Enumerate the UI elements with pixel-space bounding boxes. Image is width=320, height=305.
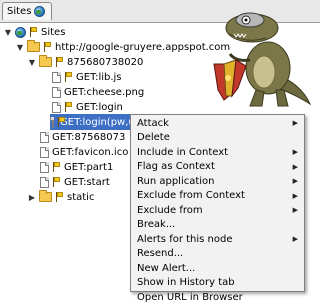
menu-item-show-in-history[interactable]: Show in History tab — [131, 276, 304, 291]
collapse-toggle-icon[interactable]: ▼ — [28, 58, 36, 67]
folder-icon — [39, 55, 52, 67]
tree-node-label: 875680738020 — [67, 56, 144, 68]
submenu-arrow-icon: ▶ — [292, 191, 298, 200]
menu-item-new-alert[interactable]: New Alert... — [131, 261, 304, 276]
tree-node-label: GET:lib.js — [76, 71, 122, 83]
menu-item-label: Open URL in Browser — [137, 291, 243, 303]
flag-icon — [29, 27, 38, 37]
page-icon — [52, 101, 61, 113]
submenu-arrow-icon: ▶ — [292, 235, 298, 244]
tree-node-get-start[interactable]: GET:start — [40, 174, 110, 190]
menu-item-exclude-from[interactable]: Exclude from ▶ — [131, 203, 304, 218]
menu-item-label: Include in Context — [137, 146, 229, 158]
submenu-arrow-icon: ▶ — [292, 206, 298, 215]
page-icon — [40, 176, 49, 188]
globe-icon — [34, 6, 46, 17]
tree-node-get-login[interactable]: GET:login — [52, 99, 123, 115]
menu-item-break[interactable]: Break... — [131, 218, 304, 233]
page-icon — [40, 131, 49, 143]
tree-node-get-login-selected[interactable]: GET:login(pw,uid) — [50, 114, 132, 130]
flag-icon — [52, 177, 61, 187]
flag-icon — [55, 57, 64, 67]
tree-node-get-favicon[interactable]: GET:favicon.ico — [40, 144, 128, 160]
menu-item-label: Break... — [137, 219, 176, 231]
tab-sites-label: Sites — [7, 5, 32, 17]
globe-icon — [15, 26, 26, 38]
folder-icon — [39, 190, 52, 202]
tree-node-folder-id[interactable]: ▼ 875680738020 — [28, 54, 143, 70]
submenu-arrow-icon: ▶ — [292, 162, 298, 171]
tree-node-static[interactable]: ▶ static — [28, 189, 94, 205]
flag-icon — [55, 192, 64, 202]
tree-node-get-875[interactable]: GET:87568073 — [40, 129, 128, 145]
menu-item-include-in-context[interactable]: Include in Context ▶ — [131, 145, 304, 160]
menu-item-delete[interactable]: Delete — [131, 131, 304, 146]
tree-node-sites[interactable]: ▼ Sites — [4, 24, 65, 40]
page-icon — [40, 161, 49, 173]
menu-item-label: New Alert... — [137, 262, 196, 274]
tree-node-label: static — [67, 191, 95, 203]
menu-item-label: Alerts for this node — [137, 233, 233, 245]
menu-item-label: Attack — [137, 117, 169, 129]
menu-item-resend[interactable]: Resend... — [131, 247, 304, 262]
menu-item-label: Run application — [137, 175, 215, 187]
flag-icon — [43, 42, 52, 52]
menu-item-label: Resend... — [137, 248, 184, 260]
flag-icon — [52, 162, 61, 172]
page-icon — [52, 86, 61, 98]
tree-node-label: GET:start — [64, 176, 110, 188]
collapse-toggle-icon[interactable]: ▼ — [16, 43, 24, 52]
menu-item-attack[interactable]: Attack ▶ — [131, 116, 304, 131]
menu-item-label: Flag as Context — [137, 161, 215, 173]
page-icon — [50, 116, 54, 128]
menu-item-open-url-in-browser[interactable]: Open URL in Browser — [131, 290, 304, 305]
menu-item-label: Exclude from — [137, 204, 203, 216]
menu-item-label: Delete — [137, 132, 170, 144]
tree-node-label: GET:login(pw,uid) — [60, 116, 132, 128]
context-menu[interactable]: Attack ▶ Delete Include in Context ▶ Flag … — [130, 114, 305, 303]
menu-item-flag-as-context[interactable]: Flag as Context ▶ — [131, 160, 304, 175]
tree-node-label: Sites — [41, 26, 66, 38]
menu-item-exclude-from-context[interactable]: Exclude from Context ▶ — [131, 189, 304, 204]
flag-icon — [64, 102, 73, 112]
tree-node-get-cheese[interactable]: GET:cheese.png — [52, 84, 144, 100]
menu-item-label: Show in History tab — [137, 277, 235, 289]
tree-node-label: http://google-gruyere.appspot.com — [55, 41, 231, 53]
page-icon — [40, 146, 49, 158]
submenu-arrow-icon: ▶ — [292, 119, 298, 128]
tree-node-site[interactable]: ▼ http://google-gruyere.appspot.com — [16, 39, 230, 55]
menu-item-alerts-for-node[interactable]: Alerts for this node ▶ — [131, 232, 304, 247]
menu-item-run-application[interactable]: Run application ▶ — [131, 174, 304, 189]
tree-node-get-lib[interactable]: GET:lib.js — [52, 69, 122, 85]
collapse-toggle-icon[interactable]: ▼ — [4, 28, 12, 37]
expand-toggle-icon[interactable]: ▶ — [28, 193, 36, 202]
tree-node-label: GET:favicon.ico — [52, 146, 129, 158]
submenu-arrow-icon: ▶ — [292, 177, 298, 186]
tree-node-get-part1[interactable]: GET:part1 — [40, 159, 113, 175]
flag-icon — [64, 72, 73, 82]
page-icon — [52, 71, 61, 83]
submenu-arrow-icon: ▶ — [292, 148, 298, 157]
menu-item-label: Exclude from Context — [137, 190, 245, 202]
mascot-illustration — [213, 12, 312, 107]
tree-node-label: GET:login — [76, 101, 123, 113]
tree-node-label: GET:87568073 — [52, 131, 126, 143]
folder-icon — [27, 40, 40, 52]
tree-node-label: GET:part1 — [64, 161, 114, 173]
tree-node-label: GET:cheese.png — [64, 86, 145, 98]
tab-sites[interactable]: Sites — [2, 2, 52, 20]
